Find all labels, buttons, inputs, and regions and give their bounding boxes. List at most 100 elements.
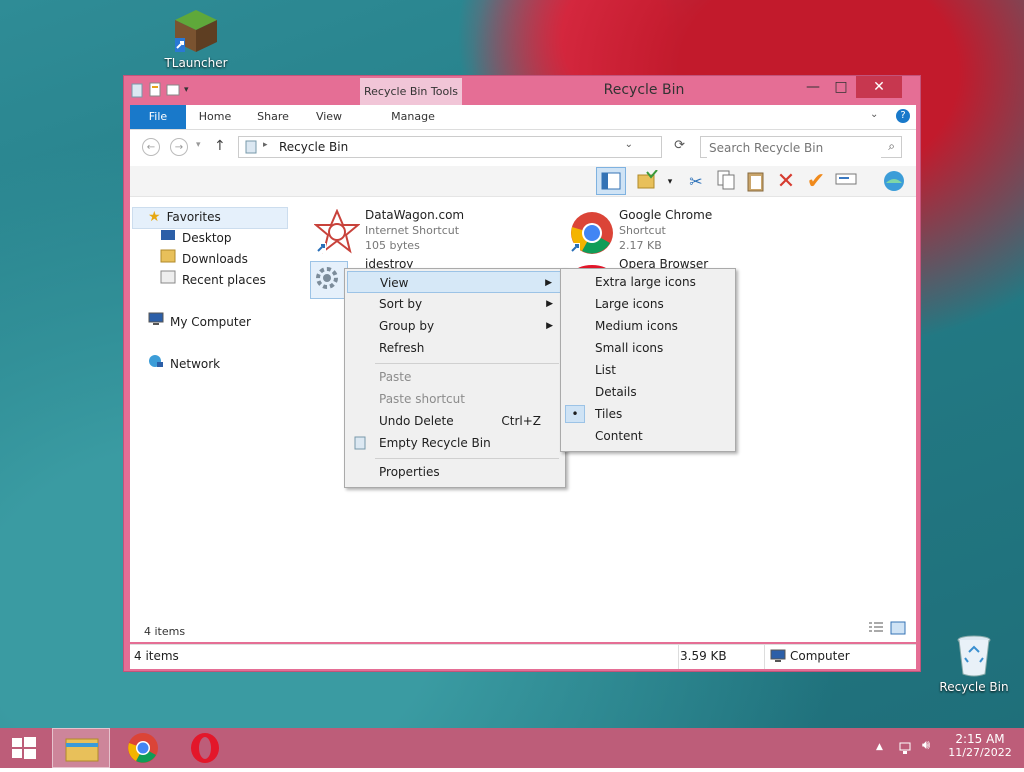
large-icons-view-icon[interactable]: [890, 621, 906, 638]
status-size: 3.59 KB: [680, 649, 727, 663]
menu-label: Extra large icons: [595, 275, 696, 289]
breadcrumb-chevron-icon[interactable]: ▸: [263, 140, 268, 150]
downloads-folder-icon: [160, 249, 176, 269]
taskbar-file-explorer[interactable]: [52, 728, 110, 768]
computer-icon: [148, 312, 164, 332]
menu-label: Refresh: [379, 341, 425, 355]
cut-icon[interactable]: ✂: [684, 170, 708, 194]
menu-item-sort-by[interactable]: Sort by ▶: [347, 293, 561, 315]
nav-item-my-computer[interactable]: My Computer: [148, 312, 251, 332]
menu-item-view[interactable]: View ▶: [347, 271, 561, 293]
forward-button[interactable]: →: [170, 138, 188, 156]
minecraft-grass-block-icon: [173, 8, 219, 54]
tab-home[interactable]: Home: [190, 105, 240, 129]
menu-item-properties[interactable]: Properties: [347, 461, 561, 483]
properties-icon[interactable]: [148, 82, 162, 98]
menu-item-refresh[interactable]: Refresh: [347, 337, 561, 359]
chevron-down-icon[interactable]: ⌄: [870, 109, 878, 120]
start-button[interactable]: [0, 728, 48, 768]
layout-pane-icon[interactable]: [596, 167, 626, 195]
menu-label: Details: [595, 385, 637, 399]
submenu-item-content[interactable]: Content: [563, 425, 731, 447]
chevron-down-icon[interactable]: ▾: [658, 170, 682, 194]
chrome-icon: [568, 209, 614, 255]
close-button[interactable]: ✕: [856, 76, 902, 98]
back-button[interactable]: ←: [142, 138, 160, 156]
command-toolbar: ▾ ✂ ✕ ✔: [130, 166, 916, 197]
nav-item-recent-places[interactable]: Recent places: [160, 270, 266, 290]
show-hidden-icons-chevron-icon[interactable]: ▲: [876, 742, 883, 752]
file-tile-google-chrome[interactable]: Google Chrome Shortcut 2.17 KB: [562, 205, 802, 257]
menu-item-empty-recycle-bin[interactable]: Empty Recycle Bin: [347, 432, 561, 454]
nav-label: Desktop: [182, 231, 232, 245]
menu-item-paste: Paste: [347, 366, 561, 388]
window-title: Recycle Bin: [603, 82, 685, 98]
file-type: Shortcut: [619, 224, 666, 237]
address-bar[interactable]: ▸ Recycle Bin ⌄ ⟳: [238, 136, 685, 158]
desktop-icon-recycle-bin[interactable]: Recycle Bin: [934, 632, 1014, 694]
submenu-item-medium-icons[interactable]: Medium icons: [563, 315, 731, 337]
menu-label: Undo Delete: [379, 414, 454, 428]
network-tray-icon[interactable]: [898, 740, 914, 759]
desktop-icon-tlauncher[interactable]: TLauncher: [156, 8, 236, 70]
tab-manage[interactable]: Manage: [366, 105, 460, 129]
menu-label: Group by: [379, 319, 435, 333]
recent-locations-chevron-icon[interactable]: ▾: [196, 140, 201, 150]
nav-item-desktop[interactable]: Desktop: [160, 228, 232, 248]
chrome-icon: [128, 733, 158, 763]
nav-label: Favorites: [166, 210, 221, 224]
address-text: Recycle Bin: [279, 140, 349, 154]
menu-item-undo-delete[interactable]: Undo Delete Ctrl+Z: [347, 410, 561, 432]
clock[interactable]: 2:15 AM 11/27/2022: [948, 732, 1012, 759]
menu-shortcut: Ctrl+Z: [501, 414, 541, 428]
submenu-item-list[interactable]: List: [563, 359, 731, 381]
file-tile-datawagon[interactable]: DataWagon.com Internet Shortcut 105 byte…: [308, 205, 548, 257]
search-input[interactable]: [707, 138, 881, 158]
desktop-icon-label: Recycle Bin: [939, 680, 1009, 694]
taskbar-opera[interactable]: [176, 728, 234, 768]
delete-icon[interactable]: ✕: [774, 170, 798, 194]
address-dropdown-icon[interactable]: ⌄: [625, 139, 633, 150]
tab-file[interactable]: File: [130, 105, 186, 129]
clock-time: 2:15 AM: [955, 732, 1005, 746]
network-icon: [148, 354, 164, 374]
nav-item-downloads[interactable]: Downloads: [160, 249, 248, 269]
submenu-item-large-icons[interactable]: Large icons: [563, 293, 731, 315]
submenu-arrow-icon: ▶: [545, 278, 552, 288]
refresh-icon[interactable]: ⟳: [674, 138, 685, 153]
submenu-item-small-icons[interactable]: Small icons: [563, 337, 731, 359]
up-button[interactable]: ↑: [214, 138, 226, 154]
minimize-button[interactable]: —: [800, 76, 826, 98]
details-view-icon[interactable]: [868, 621, 884, 638]
folder-options-icon[interactable]: [636, 169, 660, 194]
clock-date: 11/27/2022: [948, 746, 1012, 759]
nav-item-favorites[interactable]: ★ Favorites: [148, 207, 221, 227]
globe-icon[interactable]: [882, 170, 906, 194]
status-item-count: 4 items: [134, 649, 179, 663]
tab-share[interactable]: Share: [248, 105, 298, 129]
title-bar[interactable]: ▾ Recycle Bin Tools Recycle Bin — □ ✕: [124, 76, 920, 106]
submenu-item-extra-large-icons[interactable]: Extra large icons: [563, 271, 731, 293]
rename-icon[interactable]: [834, 170, 858, 194]
status-bar: 4 items 3.59 KB Computer: [130, 644, 916, 669]
opera-icon: [191, 733, 219, 763]
menu-item-group-by[interactable]: Group by ▶: [347, 315, 561, 337]
taskbar-chrome[interactable]: [114, 728, 172, 768]
chevron-down-icon[interactable]: ▾: [184, 82, 198, 98]
nav-item-network[interactable]: Network: [148, 354, 220, 374]
menu-separator: [375, 458, 559, 459]
radio-bullet-icon: •: [565, 405, 585, 423]
submenu-item-details[interactable]: Details: [563, 381, 731, 403]
submenu-item-tiles[interactable]: • Tiles: [563, 403, 731, 425]
checkmark-icon[interactable]: ✔: [804, 170, 828, 194]
maximize-button[interactable]: □: [828, 76, 854, 98]
menu-label: Paste: [379, 370, 412, 384]
search-icon[interactable]: ⌕: [888, 139, 895, 154]
volume-icon[interactable]: 🔊︎: [922, 738, 930, 753]
new-folder-icon[interactable]: [166, 82, 180, 98]
copy-icon[interactable]: [714, 170, 738, 194]
tab-view[interactable]: View: [304, 105, 354, 129]
help-icon[interactable]: ?: [896, 109, 910, 123]
paste-icon[interactable]: [744, 170, 768, 194]
navigation-pane: ★ Favorites Desktop Downloads Recent pla…: [130, 197, 290, 642]
